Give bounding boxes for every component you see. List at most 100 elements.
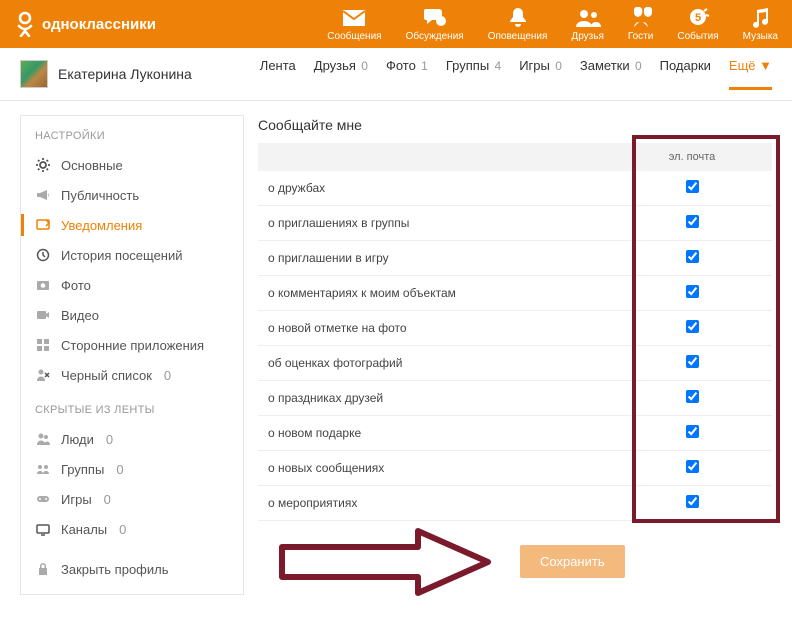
header-item-label: Музыка	[743, 31, 778, 42]
sidebar-item-label: Люди	[61, 432, 94, 447]
sidebar-item-notify[interactable]: Уведомления	[21, 210, 243, 240]
tab-label: Игры	[519, 58, 550, 73]
brand-text: одноклассники	[42, 16, 156, 33]
header-item-label: Обсуждения	[406, 31, 464, 42]
sidebar-item-video[interactable]: Видео	[21, 300, 243, 330]
header-item-chat[interactable]: Обсуждения	[406, 7, 464, 42]
tab-label: Фото	[386, 58, 416, 73]
sidebar-item-label: История посещений	[61, 248, 183, 263]
groups-icon	[35, 461, 51, 477]
mail-icon	[342, 7, 366, 29]
col-email: эл. почта	[612, 143, 772, 171]
tab-друзья[interactable]: Друзья 0	[314, 58, 368, 73]
tab-count: 1	[418, 59, 428, 73]
sidebar-item-megaphone[interactable]: Публичность	[21, 180, 243, 210]
table-row: о новой отметке на фото	[258, 311, 772, 346]
email-checkbox[interactable]	[686, 285, 699, 298]
tab-игры[interactable]: Игры 0	[519, 58, 562, 73]
table-row: о новом подарке	[258, 416, 772, 451]
table-row: о комментариях к моим объектам	[258, 276, 772, 311]
sidebar-item-label: Черный список	[61, 368, 152, 383]
email-checkbox[interactable]	[686, 215, 699, 228]
main-panel: Сообщайте мне эл. почта о дружбах о пригл…	[258, 115, 772, 588]
sidebar-item-label: Группы	[61, 462, 104, 477]
sidebar-title-hidden: СКРЫТЫЕ ИЗ ЛЕНТЫ	[21, 400, 243, 424]
lock-icon	[35, 561, 51, 577]
sidebar-item-history[interactable]: История посещений	[21, 240, 243, 270]
header-item-label: События	[677, 31, 718, 42]
page-title: Сообщайте мне	[258, 117, 772, 133]
tab-label: Друзья	[314, 58, 356, 73]
sidebar-item-label: Публичность	[61, 188, 139, 203]
sidebar-item-label: Сторонние приложения	[61, 338, 204, 353]
sidebar-item-label: Закрыть профиль	[61, 562, 169, 577]
email-checkbox[interactable]	[686, 495, 699, 508]
tab-заметки[interactable]: Заметки 0	[580, 58, 642, 73]
sidebar-item-gamepad[interactable]: Игры 0	[21, 484, 243, 514]
notify-label: о приглашении в игру	[258, 241, 612, 276]
tab-label: Группы	[446, 58, 489, 73]
sidebar-item-camera[interactable]: Фото	[21, 270, 243, 300]
sidebar-item-label: Уведомления	[61, 218, 142, 233]
email-checkbox[interactable]	[686, 355, 699, 368]
table-row: о дружбах	[258, 171, 772, 206]
sidebar-item-apps[interactable]: Сторонние приложения	[21, 330, 243, 360]
tab-группы[interactable]: Группы 4	[446, 58, 501, 73]
video-icon	[35, 307, 51, 323]
header-item-guests[interactable]: Гости	[628, 7, 653, 42]
email-checkbox[interactable]	[686, 460, 699, 473]
ok-logo-icon	[14, 11, 36, 37]
header-item-events[interactable]: 5 События	[677, 7, 718, 42]
email-checkbox[interactable]	[686, 180, 699, 193]
header-item-music[interactable]: Музыка	[743, 7, 778, 42]
email-checkbox[interactable]	[686, 320, 699, 333]
sidebar-item-label: Основные	[61, 158, 123, 173]
header-item-label: Друзья	[571, 31, 603, 42]
events-icon: 5	[686, 7, 710, 29]
header-item-label: Оповещения	[488, 31, 548, 42]
logo[interactable]: одноклассники	[14, 11, 156, 37]
friends-icon	[575, 7, 601, 29]
save-button[interactable]: Сохранить	[520, 545, 625, 578]
sidebar-item-count: 0	[119, 522, 126, 537]
header-item-mail[interactable]: Сообщения	[327, 7, 381, 42]
header-item-friends[interactable]: Друзья	[571, 7, 603, 42]
sidebar-title-settings: НАСТРОЙКИ	[21, 126, 243, 150]
tab-лента[interactable]: Лента	[260, 58, 296, 73]
blacklist-icon	[35, 367, 51, 383]
profile-block[interactable]: Екатерина Луконина	[20, 60, 192, 88]
header-item-label: Сообщения	[327, 31, 381, 42]
col-label	[258, 143, 612, 171]
tab-label: Ещё ▼	[729, 58, 772, 73]
email-checkbox[interactable]	[686, 250, 699, 263]
notify-label: о новой отметке на фото	[258, 311, 612, 346]
table-row: о приглашении в игру	[258, 241, 772, 276]
svg-text:5: 5	[695, 12, 701, 24]
sidebar-item-count: 0	[116, 462, 123, 477]
tab-count: 0	[552, 59, 562, 73]
sidebar-item-groups[interactable]: Группы 0	[21, 454, 243, 484]
sidebar-item-label: Каналы	[61, 522, 107, 537]
tab-подарки[interactable]: Подарки	[660, 58, 711, 73]
tab-ещё[interactable]: Ещё ▼	[729, 58, 772, 90]
email-checkbox[interactable]	[686, 425, 699, 438]
sidebar-item-blacklist[interactable]: Черный список 0	[21, 360, 243, 390]
notify-label: о праздниках друзей	[258, 381, 612, 416]
tab-label: Подарки	[660, 58, 711, 73]
camera-icon	[35, 277, 51, 293]
megaphone-icon	[35, 187, 51, 203]
notify-label: о комментариях к моим объектам	[258, 276, 612, 311]
tv-icon	[35, 521, 51, 537]
header-item-bell[interactable]: Оповещения	[488, 7, 548, 42]
sidebar-item-close-profile[interactable]: Закрыть профиль	[21, 554, 243, 584]
sidebar-item-people[interactable]: Люди 0	[21, 424, 243, 454]
sidebar-item-count: 0	[164, 368, 171, 383]
sidebar-item-gear[interactable]: Основные	[21, 150, 243, 180]
tab-фото[interactable]: Фото 1	[386, 58, 428, 73]
email-checkbox[interactable]	[686, 390, 699, 403]
notify-label: о новом подарке	[258, 416, 612, 451]
tab-count: 0	[632, 59, 642, 73]
table-row: об оценках фотографий	[258, 346, 772, 381]
subheader: Екатерина Луконина Лента Друзья 0 Фото 1 Гр…	[0, 48, 792, 101]
sidebar-item-tv[interactable]: Каналы 0	[21, 514, 243, 544]
